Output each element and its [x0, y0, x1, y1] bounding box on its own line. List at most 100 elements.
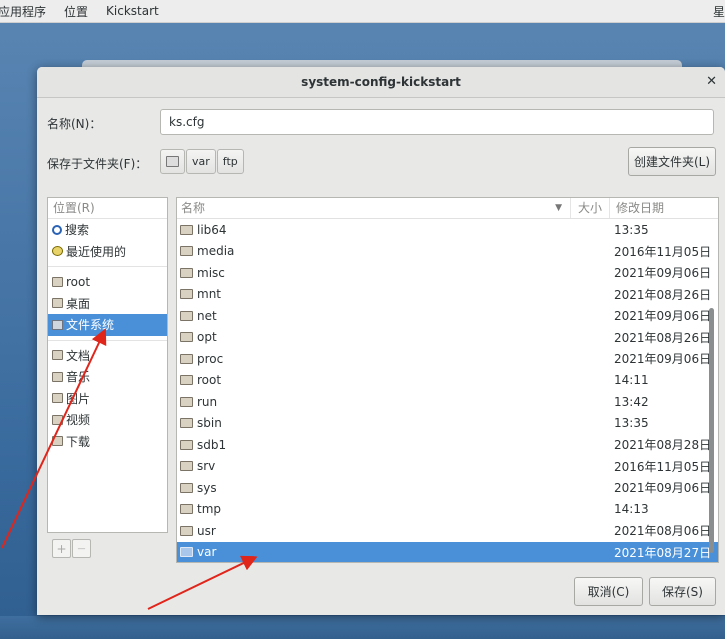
file-name: tmp	[197, 502, 222, 517]
sidebar-item-root[interactable]: root	[48, 271, 167, 293]
file-name-cell: usr	[177, 524, 571, 538]
sidebar-item-downloads[interactable]: 下载	[48, 431, 167, 453]
file-row[interactable]: tmp 14:13	[177, 499, 718, 521]
file-list: 名称 ▼ 大小 修改日期 lib64 13:35 media 2016年11月05日 mi…	[176, 197, 719, 563]
path-button-ftp[interactable]: ftp	[216, 149, 244, 174]
file-name: media	[197, 244, 235, 259]
sidebar-item-label: 音乐	[66, 370, 91, 385]
path-button-var[interactable]: var	[186, 149, 216, 174]
downloads-folder-icon	[52, 436, 63, 447]
file-row[interactable]: sbin 13:35	[177, 413, 718, 435]
sidebar-item-search[interactable]: 搜索	[48, 219, 167, 241]
places-menu[interactable]: 位置	[55, 3, 97, 20]
sidebar-item-label: 搜索	[65, 223, 90, 238]
top-panel: 应用程序 位置 Kickstart 星	[0, 0, 725, 23]
file-modified: 2021年08月27日	[614, 545, 712, 560]
folder-icon	[180, 504, 193, 515]
file-row[interactable]: run 13:42	[177, 391, 718, 413]
file-row[interactable]: media 2016年11月05日	[177, 241, 718, 263]
file-row[interactable]: mnt 2021年08月26日	[177, 284, 718, 306]
path-button-root[interactable]	[160, 149, 185, 174]
file-name: misc	[197, 265, 225, 280]
file-row[interactable]: usr 2021年08月06日	[177, 520, 718, 542]
sidebar-toolbar: + —	[47, 535, 168, 563]
folder-icon	[180, 525, 193, 536]
column-header-name[interactable]: 名称 ▼	[177, 198, 571, 218]
desktop-folder-icon	[52, 298, 63, 309]
file-name: opt	[197, 330, 217, 345]
column-header-modified[interactable]: 修改日期	[610, 198, 718, 218]
file-name: sdb1	[197, 437, 227, 452]
file-row[interactable]: sdb1 2021年08月28日	[177, 434, 718, 456]
clock[interactable]: 星	[713, 3, 725, 20]
folder-icon	[180, 332, 193, 343]
file-modified: 2021年08月26日	[614, 330, 712, 345]
folder-label: 保存于文件夹(F)：	[47, 157, 148, 171]
file-name: proc	[197, 351, 224, 366]
vertical-scrollbar[interactable]	[709, 308, 715, 553]
scrollbar-thumb[interactable]	[709, 308, 714, 553]
documents-folder-icon	[52, 350, 63, 361]
file-modified: 2021年09月06日	[614, 352, 712, 367]
sidebar-item-label: 文件系统	[66, 318, 115, 333]
sidebar-item-pictures[interactable]: 图片	[48, 388, 167, 410]
create-folder-button[interactable]: 创建文件夹(L)	[628, 147, 716, 176]
file-name-cell: lib64	[177, 223, 571, 237]
sidebar-item-desktop[interactable]: 桌面	[48, 293, 167, 315]
file-name-cell: tmp	[177, 502, 571, 516]
sidebar-item-videos[interactable]: 视频	[48, 409, 167, 431]
file-modified: 2021年09月06日	[614, 309, 712, 324]
file-modified: 2021年08月06日	[614, 524, 712, 539]
filename-input[interactable]	[160, 109, 714, 135]
folder-icon	[180, 289, 193, 300]
sidebar-item-label: 图片	[66, 391, 91, 406]
file-row[interactable]: net 2021年09月06日	[177, 305, 718, 327]
app-menu[interactable]: Kickstart	[97, 4, 168, 18]
file-modified: 2021年08月28日	[614, 438, 712, 453]
file-name-cell: proc	[177, 352, 571, 366]
file-name: sys	[197, 480, 217, 495]
sidebar-item-music[interactable]: 音乐	[48, 366, 167, 388]
file-modified: 2016年11月05日	[614, 244, 712, 259]
file-name-cell: var	[177, 545, 571, 559]
sidebar-item-documents[interactable]: 文档	[48, 345, 167, 367]
add-bookmark-button[interactable]: +	[52, 539, 71, 558]
file-name-cell: srv	[177, 459, 571, 473]
folder-icon	[180, 267, 193, 278]
file-row[interactable]: opt 2021年08月26日	[177, 327, 718, 349]
name-label: 名称(N)：	[47, 117, 102, 131]
folder-icon	[180, 418, 193, 429]
places-sidebar: 位置(R) 搜索 最近使用的 root 桌面 文件系统 文档 音乐 图片 视频 …	[47, 197, 168, 533]
column-header-size[interactable]: 大小	[571, 198, 610, 218]
file-row[interactable]: proc 2021年09月06日	[177, 348, 718, 370]
file-row[interactable]: var 2021年08月27日	[177, 541, 718, 562]
file-row[interactable]: misc 2021年09月06日	[177, 262, 718, 284]
path-bar: var ftp	[160, 149, 245, 174]
dialog-title: system-config-kickstart	[301, 75, 461, 89]
sidebar-item-filesystem[interactable]: 文件系统	[48, 314, 167, 336]
folder-icon	[180, 246, 193, 257]
remove-bookmark-button[interactable]: —	[72, 539, 91, 558]
file-row[interactable]: lib64 13:35	[177, 219, 718, 241]
pictures-folder-icon	[52, 393, 63, 404]
file-name: mnt	[197, 287, 221, 302]
save-button[interactable]: 保存(S)	[649, 577, 716, 606]
file-name-cell: misc	[177, 266, 571, 280]
file-name-cell: mnt	[177, 287, 571, 301]
folder-icon	[180, 375, 193, 386]
sidebar-item-recent[interactable]: 最近使用的	[48, 241, 167, 263]
cancel-button[interactable]: 取消(C)	[574, 577, 643, 606]
file-row[interactable]: srv 2016年11月05日	[177, 456, 718, 478]
file-modified: 2021年09月06日	[614, 266, 712, 281]
file-row[interactable]: sys 2021年09月06日	[177, 477, 718, 499]
column-header-label: 名称	[181, 201, 206, 215]
file-name-cell: sys	[177, 481, 571, 495]
sidebar-item-label: 最近使用的	[66, 244, 127, 259]
file-name: usr	[197, 523, 216, 538]
file-name: srv	[197, 459, 216, 474]
close-icon[interactable]: ✕	[706, 67, 717, 97]
applications-menu[interactable]: 应用程序	[0, 3, 55, 20]
file-row[interactable]: root 14:11	[177, 370, 718, 392]
file-name-cell: media	[177, 244, 571, 258]
file-modified: 13:42	[614, 394, 649, 409]
